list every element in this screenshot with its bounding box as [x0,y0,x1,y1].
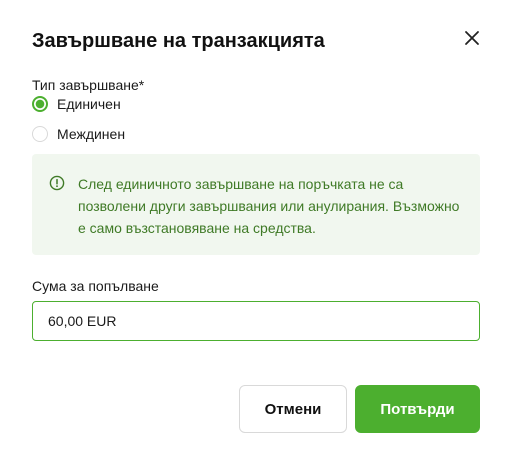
info-alert: След единичното завършване на поръчката … [32,154,480,255]
alert-message: След единичното завършване на поръчката … [78,176,460,236]
info-circle-icon [49,175,65,191]
amount-input[interactable] [32,301,480,341]
completion-type-label: Тип завършване* [32,77,145,93]
amount-label: Сума за попълване [32,278,159,294]
close-icon [465,31,479,45]
radio-button-unchecked[interactable] [32,126,48,142]
radio-option-single[interactable]: Единичен [32,96,121,112]
radio-option-label: Междинен [57,126,126,142]
radio-button-checked[interactable] [32,96,48,112]
confirm-button[interactable]: Потвърди [355,385,480,433]
dialog-title: Завършване на транзакцията [32,30,325,52]
complete-transaction-dialog: Завършване на транзакцията Тип завършван… [0,0,512,465]
cancel-button[interactable]: Отмени [239,385,347,433]
close-button[interactable] [460,26,484,50]
radio-option-label: Единичен [57,96,121,112]
radio-option-intermediate[interactable]: Междинен [32,126,125,142]
